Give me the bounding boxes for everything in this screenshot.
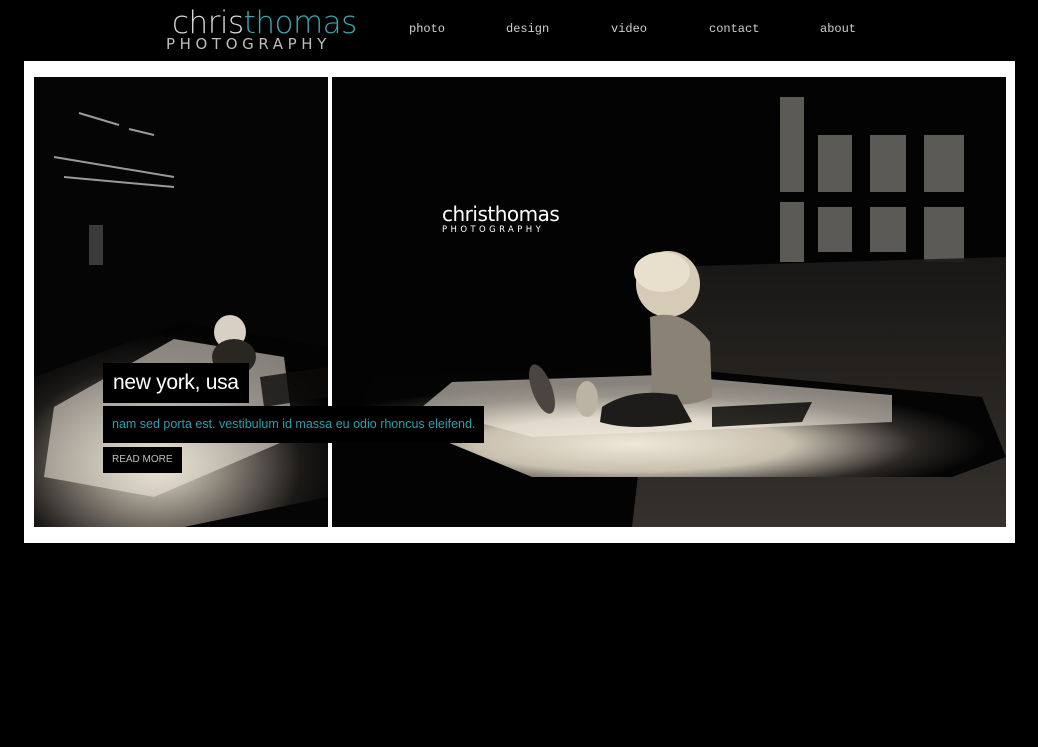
slide-title: new york, usa bbox=[103, 363, 249, 403]
nav-item-video[interactable]: video bbox=[611, 22, 647, 36]
watermark-name: christhomas bbox=[442, 202, 560, 226]
nav-item-contact[interactable]: contact bbox=[709, 22, 759, 36]
photo-watermark: christhomas PHOTOGRAPHY bbox=[442, 203, 582, 235]
nav-item-design[interactable]: design bbox=[506, 22, 549, 36]
slide-photo-main: christhomas PHOTOGRAPHY bbox=[332, 77, 1006, 527]
main-nav: photo design video contact about bbox=[0, 0, 1038, 60]
child-sitting-photo bbox=[332, 77, 1006, 527]
slide-description: nam sed porta est. vestibulum id massa e… bbox=[103, 406, 485, 443]
watermark-tagline: PHOTOGRAPHY bbox=[442, 225, 545, 235]
nav-item-photo[interactable]: photo bbox=[409, 22, 445, 36]
read-more-button[interactable]: READ MORE bbox=[103, 447, 182, 473]
nav-item-about[interactable]: about bbox=[820, 22, 856, 36]
